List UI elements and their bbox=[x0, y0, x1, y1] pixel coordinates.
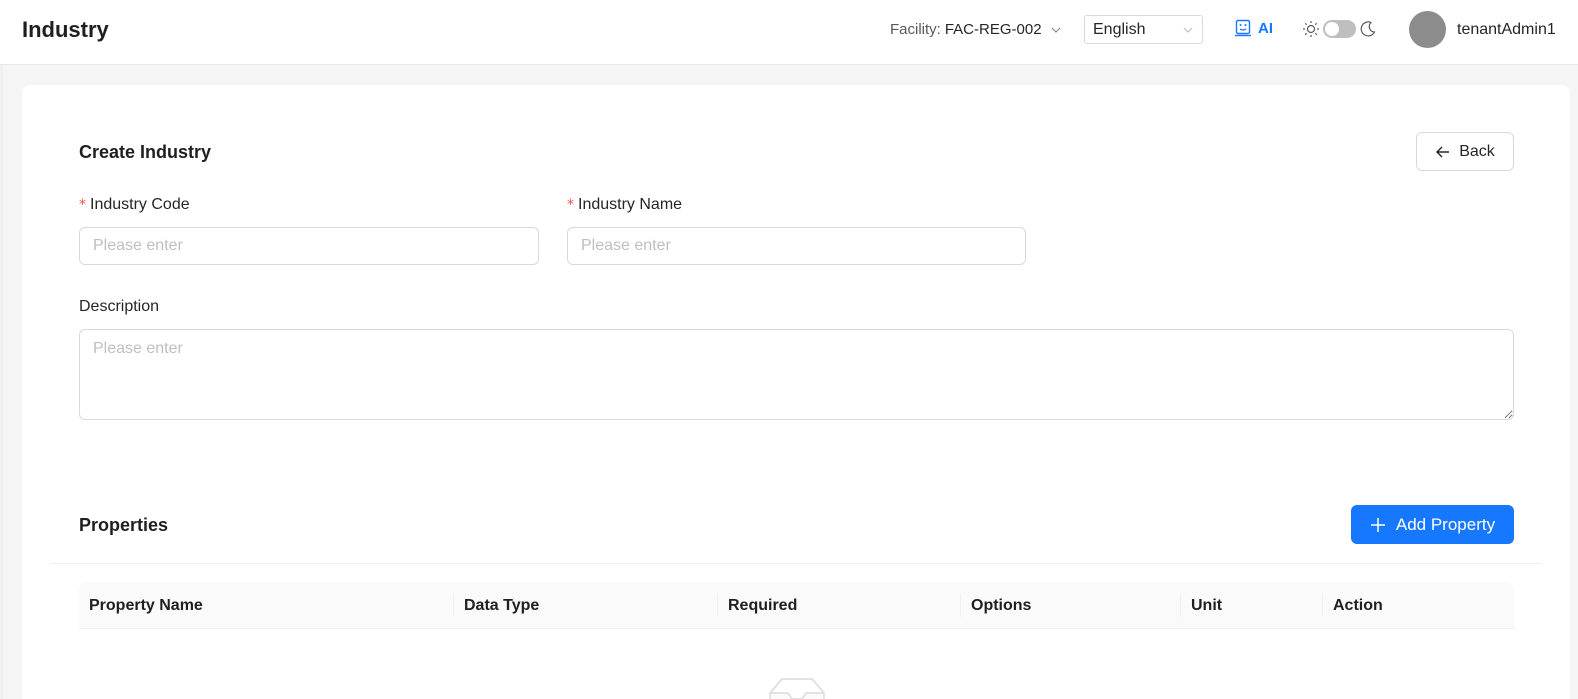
avatar[interactable] bbox=[1409, 11, 1446, 48]
properties-title: Properties bbox=[79, 515, 169, 535]
add-property-button[interactable]: Add Property bbox=[1351, 505, 1514, 544]
robot-icon bbox=[1235, 19, 1251, 37]
form-title: Create Industry bbox=[79, 142, 212, 162]
language-select[interactable]: English bbox=[1084, 15, 1203, 44]
chevron-down-icon bbox=[1051, 27, 1060, 33]
arrow-left-icon bbox=[1436, 146, 1450, 157]
properties-table-header: Property Name Data Type Required Options… bbox=[79, 582, 1514, 629]
ai-label: AI bbox=[1258, 19, 1273, 37]
facility-selector[interactable]: Facility: FAC-REG-002 bbox=[890, 21, 1062, 38]
column-header: Action bbox=[1333, 597, 1383, 614]
description-textarea[interactable] bbox=[79, 329, 1514, 420]
back-label: Back bbox=[1459, 142, 1495, 160]
required-mark: * bbox=[79, 197, 86, 213]
top-header: Industry Facility: FAC-REG-002 English A… bbox=[0, 0, 1578, 65]
plus-icon bbox=[1370, 517, 1385, 532]
toggle-knob bbox=[1325, 22, 1339, 36]
required-mark: * bbox=[567, 197, 574, 213]
language-value: English bbox=[1093, 20, 1146, 38]
column-header: Unit bbox=[1191, 597, 1223, 614]
divider bbox=[50, 563, 1542, 564]
moon-icon bbox=[1360, 21, 1376, 37]
column-header: Options bbox=[971, 597, 1032, 614]
column-header: Property Name bbox=[89, 597, 203, 614]
page-title: Industry bbox=[22, 17, 109, 42]
chevron-down-icon bbox=[1183, 27, 1193, 33]
facility-label: Facility: bbox=[890, 21, 941, 38]
username[interactable]: tenantAdmin1 bbox=[1457, 21, 1556, 39]
industry-code-label: * Industry Code bbox=[79, 196, 190, 214]
theme-switch bbox=[1302, 20, 1377, 38]
industry-code-label-text: Industry Code bbox=[90, 196, 190, 213]
industry-name-label-text: Industry Name bbox=[578, 196, 683, 213]
empty-box-icon bbox=[769, 678, 825, 699]
industry-code-input[interactable] bbox=[79, 227, 539, 265]
create-industry-card: Create Industry Back *Industry Code *Ind… bbox=[22, 85, 1570, 699]
column-header: Data Type bbox=[464, 597, 540, 614]
sun-icon bbox=[1303, 21, 1319, 37]
description-label: Description bbox=[79, 298, 160, 315]
facility-value: FAC-REG-002 bbox=[944, 21, 1042, 38]
column-header: Required bbox=[728, 597, 798, 614]
industry-name-label: * Industry Name bbox=[567, 196, 682, 214]
industry-name-input[interactable] bbox=[567, 227, 1026, 265]
left-edge bbox=[0, 0, 3, 699]
back-button[interactable]: Back bbox=[1416, 132, 1514, 171]
add-property-label: Add Property bbox=[1395, 514, 1496, 534]
theme-toggle[interactable] bbox=[1323, 20, 1356, 38]
ai-button[interactable]: AI bbox=[1234, 19, 1273, 37]
